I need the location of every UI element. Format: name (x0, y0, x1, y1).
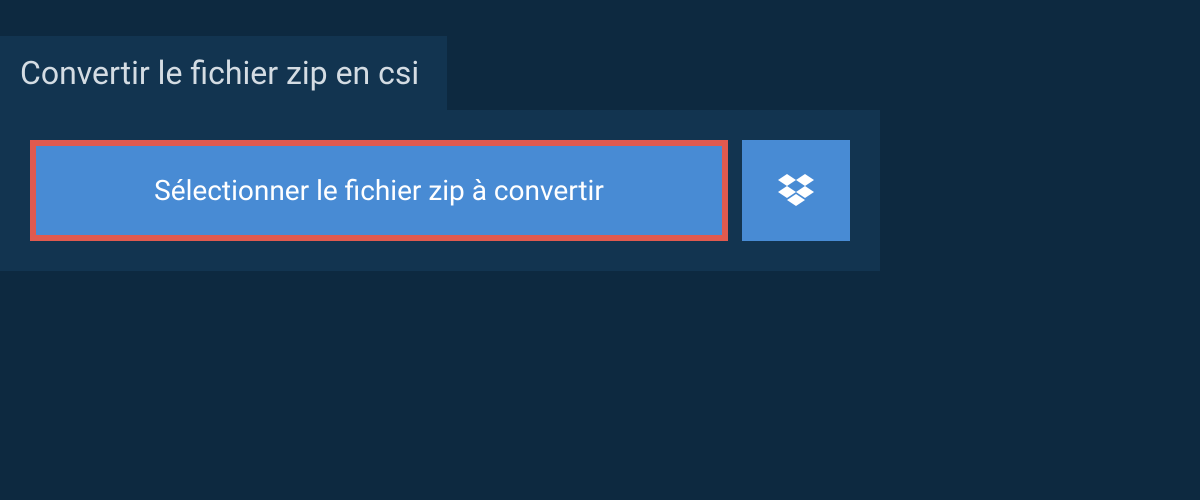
page-container: Convertir le fichier zip en csi Sélectio… (0, 0, 1200, 271)
button-row: Sélectionner le fichier zip à convertir (30, 140, 850, 241)
select-file-label: Sélectionner le fichier zip à convertir (154, 174, 604, 207)
page-title: Convertir le fichier zip en csi (0, 36, 447, 110)
dropbox-icon (778, 174, 814, 208)
upload-panel: Sélectionner le fichier zip à convertir (0, 110, 880, 271)
dropbox-button[interactable] (742, 140, 850, 241)
select-file-button[interactable]: Sélectionner le fichier zip à convertir (30, 140, 728, 241)
